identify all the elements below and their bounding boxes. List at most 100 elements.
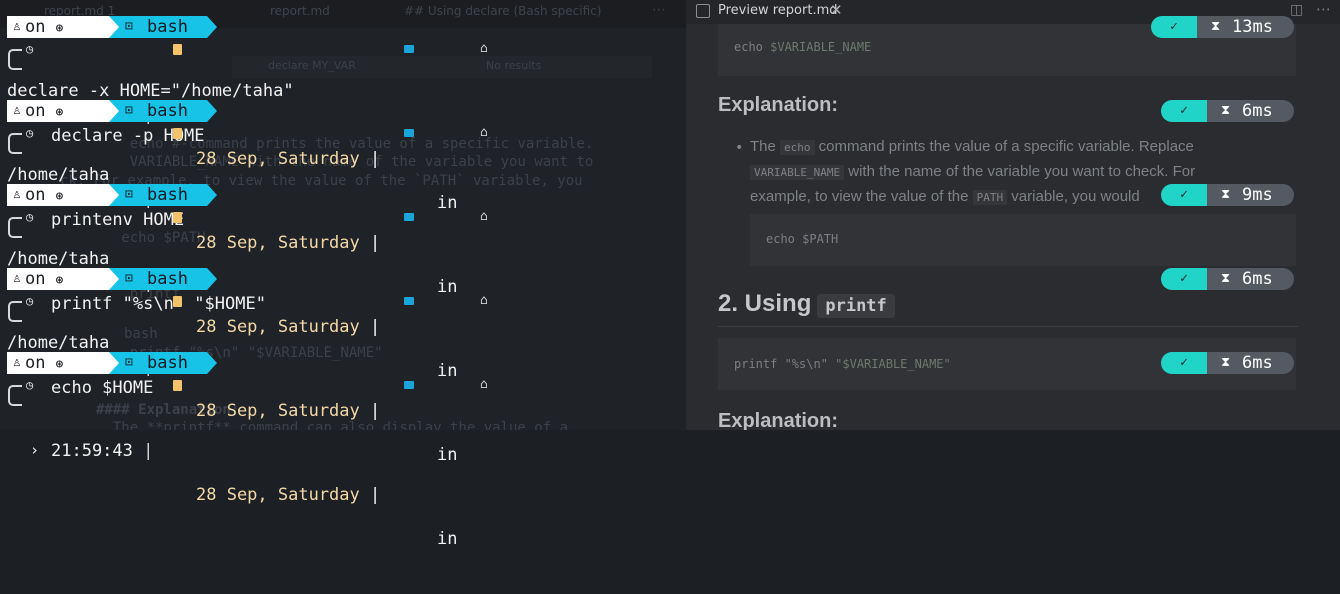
split-editor-icon[interactable]: ◫ [1290,2,1303,18]
check-icon: ✓ [1180,355,1188,370]
branch-line [8,143,22,154]
terminal-icon: ⊡ [125,103,133,118]
prompt-info-line: ◷ 21:59:30 | 28 Sep, Saturday | in ⌂ [0,290,600,465]
hourglass-icon: ⧗ [1211,19,1221,34]
duration-value: 6ms [1242,269,1273,289]
os-icon: ⊛ [55,21,64,36]
folder-icon [404,129,414,137]
code-var: $PATH [794,232,839,246]
calendar-icon [173,128,182,139]
editor-tab-heading[interactable]: ## Using declare (Bash specific) [404,4,601,18]
command-line[interactable]: › declare -p HOME [0,59,600,146]
prompt-user-segment: ♙ on ⊛ [7,184,109,206]
status-ok-badge: ✓ [1161,100,1207,122]
home-icon: ⌂ [480,41,488,56]
duration-badge: ⧗ 6ms [1207,268,1294,290]
prompt-user-segment: ♙ on ⊛ [7,16,109,38]
home-icon: ⌂ [480,293,488,308]
command-line[interactable]: › printf "%s\n" "$HOME" [0,227,600,314]
hourglass-icon: ⧗ [1221,187,1231,202]
os-icon: ⊛ [55,105,64,120]
prompt-info-line: ◷ 21:59:04 | 28 Sep, Saturday | in ⌂ [0,122,600,297]
branch-line [8,227,22,238]
os-icon: ⊛ [55,189,64,204]
command-line[interactable]: › [0,395,600,459]
home-icon: ⌂ [480,377,488,392]
tux-icon: ♙ [13,355,21,370]
folder-icon [404,381,414,389]
branch-line [8,311,22,322]
more-actions-icon[interactable]: ⋯ [1316,0,1331,18]
prompt-user-segment: ♙ on ⊛ [7,352,109,374]
check-icon: ✓ [1180,103,1188,118]
duration-badge: ⧗ 6ms [1207,100,1294,122]
editor-more-icon[interactable]: ⋯ [652,2,666,18]
folder-icon [404,213,414,221]
terminal-icon: ⊡ [125,187,133,202]
home-icon: ⌂ [480,125,488,140]
prompt-info-line: ◷ 21:59:43 | 28 Sep, Saturday | in ⌂ [0,374,600,549]
paragraph-line: VARIABLE_NAME with the name of the varia… [750,163,1195,180]
prompt-shell-segment: ⊡ bash [109,16,217,38]
clock-icon: ◷ [26,210,34,224]
terminal-icon: ⊡ [125,355,133,370]
bullet-icon: • [735,140,744,156]
prompt-arrow-icon: › [30,441,40,459]
heading-using-printf: 2. Using printf [718,290,895,318]
duration-badge: ⧗ 13ms [1197,16,1294,38]
prompt-shell-segment: ⊡ bash [109,184,217,206]
tux-icon: ♙ [13,103,21,118]
status-ok-badge: ✓ [1161,184,1207,206]
prompt-shell-segment: ⊡ bash [109,100,217,122]
tux-icon: ♙ [13,19,21,34]
prompt-date: 28 Sep, Saturday | [196,485,381,505]
clock-icon: ◷ [26,378,34,392]
os-icon: ⊛ [55,357,64,372]
command-line[interactable]: › echo $HOME [0,311,600,398]
prompt-info-line: ◷ 21:59:14 | 28 Sep, Saturday | in ⌂ [0,206,600,381]
heading-explanation: Explanation: [718,94,839,116]
prompt-time: 21:59:43 | [51,441,154,461]
editor-tab-report-md[interactable]: report.md [270,4,330,18]
preview-tab-label[interactable]: Preview report.md [718,3,838,18]
paragraph-line: The echo command prints the value of a s… [750,138,1194,155]
tux-icon: ♙ [13,187,21,202]
calendar-icon [173,296,182,307]
clock-icon: ◷ [26,42,34,56]
folder-icon [404,297,414,305]
tux-icon: ♙ [13,271,21,286]
duration-badge: ⧗ 9ms [1207,184,1294,206]
prompt-shell-segment: ⊡ bash [109,352,217,374]
duration-value: 6ms [1242,353,1273,373]
status-ok-badge: ✓ [1161,352,1207,374]
prompt-shell-segment: ⊡ bash [109,268,217,290]
terminal-icon: ⊡ [125,19,133,34]
status-ok-badge: ✓ [1161,268,1207,290]
prompt-in-label: in [437,529,458,549]
duration-value: 6ms [1242,101,1273,121]
preview-icon [696,4,710,18]
close-icon[interactable]: ✕ [830,1,843,19]
branch-line [8,59,22,70]
hourglass-icon: ⧗ [1221,271,1231,286]
branch-line [8,395,22,406]
folder-icon [404,45,414,53]
heading-explanation-2: Explanation: [718,410,839,430]
home-icon: ⌂ [480,209,488,224]
code-text: printf "%s\n" [734,357,836,371]
prompt-user-segment: ♙ on ⊛ [7,268,109,290]
code-var: "$VARIABLE_NAME" [835,357,951,371]
code-block: echo $PATH [750,214,1296,266]
code-text: echo [766,232,795,246]
clock-icon: ◷ [26,294,34,308]
os-icon: ⊛ [55,273,64,288]
paragraph-line: example, to view the value of the PATH v… [750,188,1140,205]
prompt-user-segment: ♙ on ⊛ [7,100,109,122]
calendar-icon [173,44,182,55]
check-icon: ✓ [1170,19,1178,34]
terminal-icon: ⊡ [125,271,133,286]
command-line[interactable]: › printenv HOME [0,143,600,230]
prompt-in-label: in [437,445,458,465]
prompt-info-line: ◷ 21:58:54 | 28 Sep, Saturday | in ⌂ [0,38,600,213]
clock-icon: ◷ [26,126,34,140]
